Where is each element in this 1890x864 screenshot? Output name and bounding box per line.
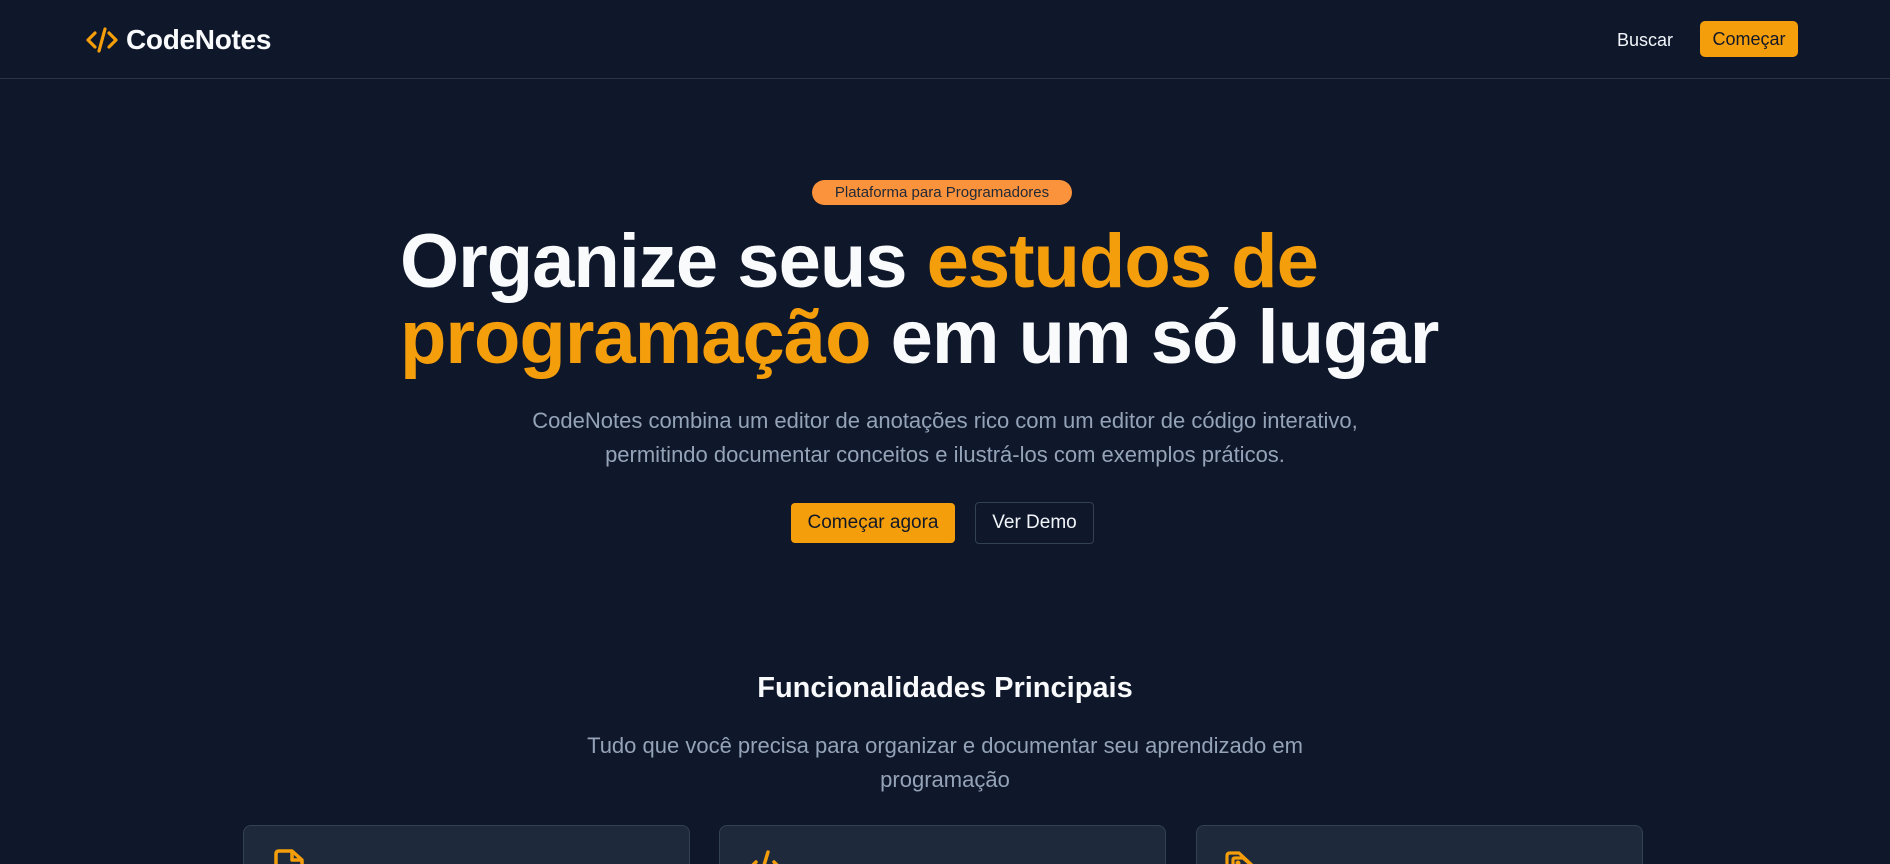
brand-name: CodeNotes (126, 24, 272, 55)
hero-title-part1: Organize seus (400, 219, 927, 304)
code-brackets-icon (86, 27, 118, 53)
hero-badge: Plataforma para Programadores (812, 180, 1072, 205)
nav-start-button[interactable]: Começar (1700, 21, 1798, 57)
features-subtitle: Tudo que você precisa para organizar e d… (587, 733, 1303, 792)
hero-title: Organize seus estudos de programação em u… (400, 224, 1520, 376)
code-icon (751, 850, 779, 864)
feature-card-notes[interactable] (243, 825, 690, 864)
feature-card-code[interactable] (719, 825, 1166, 864)
hero-title-part2: em um só lugar (870, 295, 1440, 380)
nav-search-link[interactable]: Buscar (1605, 26, 1685, 54)
start-now-button[interactable]: Começar agora (791, 503, 955, 543)
top-navbar: CodeNotes Buscar Começar (0, 0, 1890, 79)
hero-subtitle: CodeNotes combina um editor de anotações… (532, 408, 1358, 467)
hero-title-highlight2: programação (400, 295, 871, 380)
brand-logo[interactable]: CodeNotes (86, 22, 271, 58)
hero-title-highlight1: estudos de (926, 219, 1319, 304)
feature-card-tags[interactable] (1196, 825, 1643, 864)
features-title: Funcionalidades Principais (757, 672, 1133, 704)
tags-icon (1225, 851, 1254, 864)
file-icon (274, 849, 304, 864)
view-demo-button[interactable]: Ver Demo (975, 502, 1094, 544)
